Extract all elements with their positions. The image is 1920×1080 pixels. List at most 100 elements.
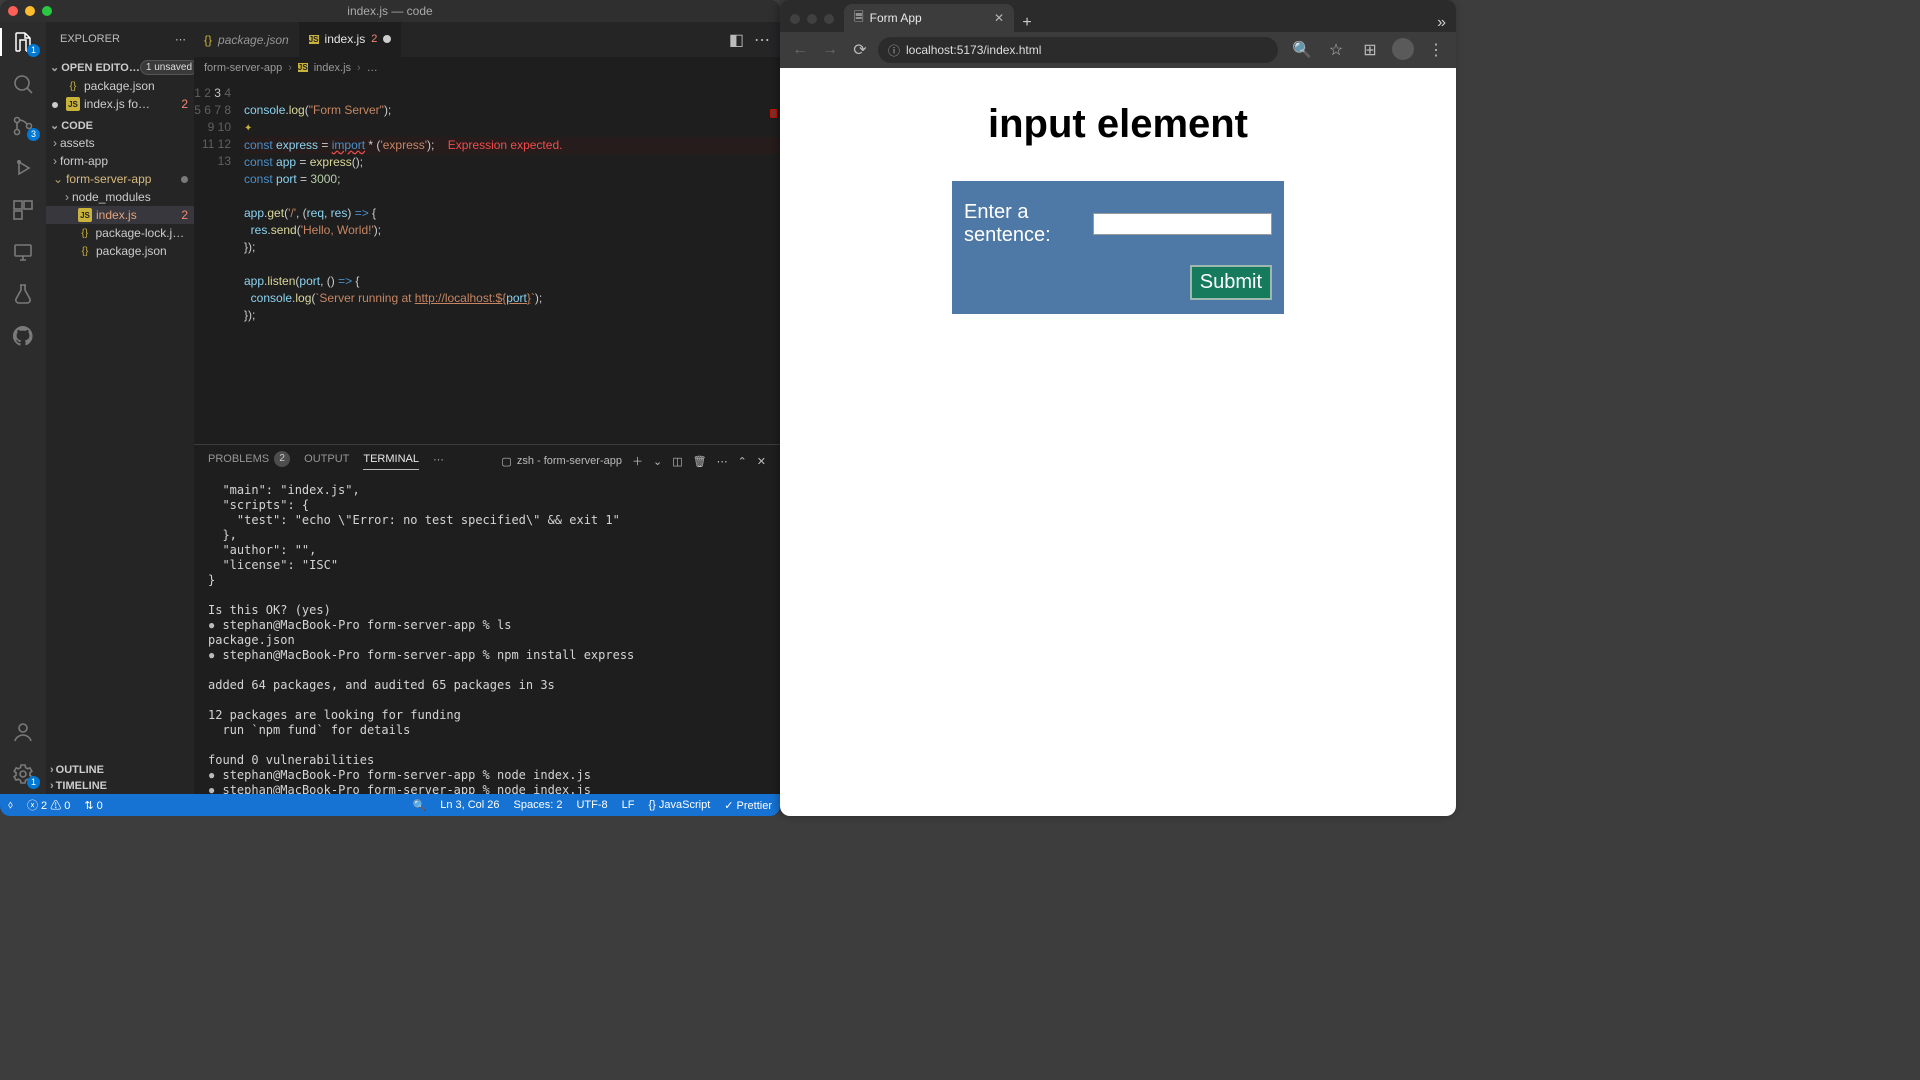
timeline-header[interactable]: ›TIMELINE: [46, 778, 194, 794]
json-file-icon: {}: [78, 244, 92, 258]
activity-debug-icon[interactable]: [11, 156, 35, 180]
json-file-icon: {}: [204, 33, 212, 47]
url-text: localhost:5173/index.html: [906, 43, 1041, 57]
chevron-down-icon: ⌄: [50, 61, 59, 74]
activity-github-icon[interactable]: [11, 324, 35, 348]
sentence-input[interactable]: [1093, 213, 1272, 235]
editor-tab[interactable]: {}package.json: [194, 22, 299, 57]
folder-item[interactable]: ›node_modules: [46, 188, 194, 206]
status-encoding[interactable]: UTF-8: [576, 799, 607, 811]
file-item[interactable]: JSindex.js2: [46, 206, 194, 224]
status-formatter[interactable]: ✓ Prettier: [724, 799, 772, 812]
breadcrumb[interactable]: form-server-app› JSindex.js› …: [194, 57, 780, 79]
status-ports[interactable]: ⇅ 0: [84, 799, 102, 812]
close-window-icon[interactable]: [790, 14, 800, 24]
folder-item[interactable]: ›form-app: [46, 152, 194, 170]
sidebar-more-icon[interactable]: ⋯: [175, 33, 186, 46]
nav-reload-icon[interactable]: ⟳: [848, 38, 872, 62]
close-panel-icon[interactable]: ✕: [757, 455, 766, 468]
extensions-icon[interactable]: ⊞: [1358, 38, 1382, 62]
file-item[interactable]: {}package-lock.json: [46, 224, 194, 242]
activity-scm-icon[interactable]: 3: [11, 114, 35, 138]
close-window-icon[interactable]: [8, 6, 18, 16]
status-find-icon[interactable]: 🔍: [413, 799, 427, 812]
terminal-output[interactable]: "main": "index.js", "scripts": { "test":…: [194, 477, 780, 794]
bookmark-icon[interactable]: ☆: [1324, 38, 1348, 62]
zoom-window-icon[interactable]: [42, 6, 52, 16]
panel-tab-output[interactable]: OUTPUT: [304, 453, 349, 469]
open-editors-header[interactable]: ⌄ OPEN EDITO… 1 unsaved: [46, 58, 194, 77]
status-eol[interactable]: LF: [622, 799, 635, 811]
line-gutter: 1 2 3 4 5 6 7 8 9 10 11 12 13: [194, 79, 238, 444]
new-terminal-icon[interactable]: ＋: [632, 453, 643, 469]
chevron-right-icon: ›: [65, 190, 69, 204]
zoom-window-icon[interactable]: [824, 14, 834, 24]
terminal-picker[interactable]: ▢ zsh - form-server-app: [501, 455, 622, 468]
open-editor-item[interactable]: JS index.js fo… 2: [46, 95, 194, 113]
code-editor[interactable]: 1 2 3 4 5 6 7 8 9 10 11 12 13 console.lo…: [194, 79, 780, 444]
sparkle-icon: ✦: [244, 123, 252, 134]
tab-close-icon[interactable]: ✕: [994, 11, 1004, 25]
activity-settings-icon[interactable]: 1: [11, 762, 35, 786]
panel-tab-more-icon[interactable]: ⋯: [433, 453, 444, 470]
js-file-icon: JS: [66, 97, 80, 111]
outline-header[interactable]: ›OUTLINE: [46, 762, 194, 778]
nav-back-icon[interactable]: ←: [788, 38, 812, 62]
modified-dot-icon: [52, 102, 58, 108]
status-position[interactable]: Ln 3, Col 26: [440, 799, 499, 811]
folder-item[interactable]: ›assets: [46, 134, 194, 152]
minimize-window-icon[interactable]: [807, 14, 817, 24]
window-expand-icon[interactable]: »: [1427, 14, 1456, 32]
browser-tabstrip: 🗏 Form App ✕ + »: [780, 0, 1456, 32]
sidebar: EXPLORER ⋯ ⌄ OPEN EDITO… 1 unsaved {} pa…: [46, 22, 194, 794]
activity-explorer-icon[interactable]: 1: [11, 30, 35, 54]
activity-extensions-icon[interactable]: [11, 198, 35, 222]
dirty-dot-icon: [181, 176, 188, 183]
browser-window: 🗏 Form App ✕ + » ← → ⟳ ⓘ localhost:5173/…: [780, 0, 1456, 816]
window-titlebar: index.js — code: [0, 0, 780, 22]
file-item[interactable]: {}package.json: [46, 242, 194, 260]
folder-item[interactable]: ⌄form-server-app: [46, 170, 194, 188]
kill-terminal-icon[interactable]: 🗑: [693, 455, 707, 468]
split-editor-icon[interactable]: ◧: [729, 30, 744, 50]
browser-menu-icon[interactable]: ⋮: [1424, 38, 1448, 62]
new-tab-button[interactable]: +: [1014, 14, 1040, 32]
open-editor-item[interactable]: {} package.json: [46, 77, 194, 95]
address-bar[interactable]: ⓘ localhost:5173/index.html: [878, 37, 1278, 63]
profile-avatar[interactable]: [1392, 38, 1414, 60]
editor-more-icon[interactable]: ⋯: [754, 30, 770, 50]
activity-account-icon[interactable]: [11, 720, 35, 744]
zoom-icon[interactable]: 🔍: [1290, 38, 1314, 62]
overview-ruler-error-icon[interactable]: [770, 109, 777, 118]
editor-tab[interactable]: JSindex.js2: [299, 22, 402, 57]
site-info-icon[interactable]: ⓘ: [888, 42, 900, 59]
page-heading: input element: [988, 102, 1248, 147]
terminal-dropdown-icon[interactable]: ⌄: [653, 455, 662, 468]
maximize-panel-icon[interactable]: ⌃: [738, 455, 747, 468]
status-errors[interactable]: ⓧ 2 ⚠ 0: [27, 797, 70, 813]
page-content: input element Enter a sentence: Submit: [780, 68, 1456, 816]
status-language[interactable]: {} JavaScript: [648, 799, 710, 811]
browser-toolbar: ← → ⟳ ⓘ localhost:5173/index.html 🔍 ☆ ⊞ …: [780, 32, 1456, 68]
browser-tab[interactable]: 🗏 Form App ✕: [844, 4, 1014, 32]
activity-search-icon[interactable]: [11, 72, 35, 96]
js-file-icon: JS: [309, 35, 319, 44]
nav-forward-icon[interactable]: →: [818, 38, 842, 62]
split-terminal-icon[interactable]: ◫: [672, 455, 682, 468]
status-spaces[interactable]: Spaces: 2: [514, 799, 563, 811]
panel-more-icon[interactable]: ⋯: [717, 455, 728, 468]
sidebar-title: EXPLORER: [60, 33, 120, 45]
workspace-header[interactable]: ⌄ CODE: [46, 117, 194, 134]
submit-button[interactable]: Submit: [1190, 265, 1272, 300]
form-container: Enter a sentence: Submit: [952, 181, 1284, 314]
activity-remote-icon[interactable]: [11, 240, 35, 264]
chevron-down-icon: ⌄: [53, 172, 63, 186]
status-remote-icon[interactable]: ⬨: [8, 799, 13, 812]
code-content[interactable]: console.log("Form Server"); ✦ const expr…: [238, 79, 780, 444]
panel-tab-problems[interactable]: PROBLEMS2: [208, 451, 290, 471]
minimize-window-icon[interactable]: [25, 6, 35, 16]
activity-testing-icon[interactable]: [11, 282, 35, 306]
panel-tab-terminal[interactable]: TERMINAL: [363, 453, 419, 470]
sentence-label: Enter a sentence:: [964, 201, 1089, 247]
vscode-window: index.js — code 1 3 1: [0, 0, 780, 816]
